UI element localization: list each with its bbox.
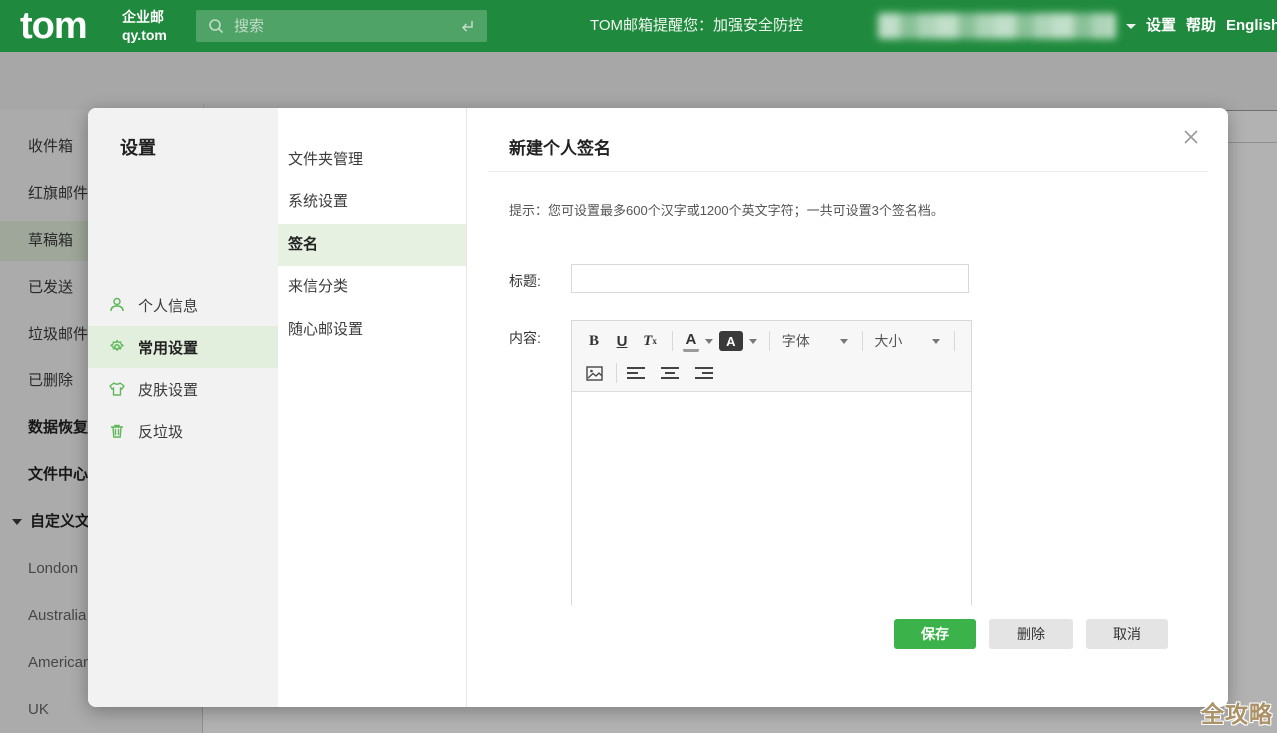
font-color-icon[interactable]: A <box>683 331 699 352</box>
logo-subtitle-line2: qy.tom <box>122 26 167 44</box>
font-family-caret-icon <box>840 339 848 344</box>
menu-item-label: 常用设置 <box>138 337 198 358</box>
submenu-suixin-mail[interactable]: 随心邮设置 <box>278 309 466 351</box>
search-input[interactable] <box>232 17 459 36</box>
menu-item-label: 个人信息 <box>138 295 198 316</box>
panel-title: 新建个人签名 <box>509 134 611 159</box>
font-color-caret-icon[interactable] <box>705 339 713 344</box>
highlight-color-icon[interactable]: A <box>719 331 743 351</box>
settings-submenu-panel: 文件夹管理 系统设置 签名 来信分类 随心邮设置 <box>278 108 467 707</box>
title-divider <box>489 171 1208 172</box>
logo-subtitle-line1: 企业邮 <box>122 8 167 26</box>
top-link-english[interactable]: English <box>1226 0 1277 52</box>
align-left-icon[interactable] <box>627 367 645 379</box>
toolbar-separator <box>672 331 673 351</box>
settings-menu-panel: 设置 个人信息 常用设置 皮肤设置 <box>88 108 278 707</box>
person-icon <box>108 296 126 314</box>
signature-editor: B U Tx A A 字体 大小 <box>571 320 972 605</box>
font-size-select[interactable]: 大小 <box>872 329 944 353</box>
top-link-help[interactable]: 帮助 <box>1186 0 1216 52</box>
menu-item-personal-info[interactable]: 个人信息 <box>88 284 278 326</box>
signature-hint: 提示：您可设置最多600个汉字或1200个英文字符；一共可设置3个签名档。 <box>509 200 944 219</box>
gear-icon <box>108 338 126 356</box>
search-enter-icon[interactable] <box>459 18 475 34</box>
search-icon <box>208 18 224 34</box>
settings-modal: 设置 个人信息 常用设置 皮肤设置 <box>88 108 1228 707</box>
align-right-icon[interactable] <box>695 367 713 379</box>
insert-image-icon[interactable] <box>582 361 606 385</box>
top-bar: tom 企业邮 qy.tom TOM邮箱提醒您：加强安全防控 设置 帮助 Eng… <box>0 0 1277 52</box>
toolbar-separator <box>616 363 617 383</box>
submenu-system-settings[interactable]: 系统设置 <box>278 181 466 223</box>
font-size-caret-icon <box>932 339 940 344</box>
logo-subtitle: 企业邮 qy.tom <box>122 8 167 44</box>
trash-icon <box>108 422 126 440</box>
account-email-blurred[interactable] <box>878 13 1116 39</box>
top-link-settings[interactable]: 设置 <box>1146 0 1176 52</box>
signature-content-area[interactable] <box>572 392 971 605</box>
submenu-folder-management[interactable]: 文件夹管理 <box>278 139 466 181</box>
save-button[interactable]: 保存 <box>894 619 976 649</box>
font-family-select[interactable]: 字体 <box>780 329 852 353</box>
menu-item-anti-spam[interactable]: 反垃圾 <box>88 410 278 452</box>
tshirt-icon <box>108 380 126 398</box>
cancel-button[interactable]: 取消 <box>1086 619 1168 649</box>
close-icon[interactable] <box>1178 124 1204 150</box>
clear-format-icon[interactable]: Tx <box>638 329 662 353</box>
highlight-color-caret-icon[interactable] <box>749 339 757 344</box>
account-caret-icon[interactable] <box>1126 24 1136 29</box>
underline-icon[interactable]: U <box>610 329 634 353</box>
toolbar-separator <box>954 331 955 351</box>
toolbar-separator <box>769 331 770 351</box>
menu-item-label: 反垃圾 <box>138 421 183 442</box>
bold-icon[interactable]: B <box>582 329 606 353</box>
submenu-signature[interactable]: 签名 <box>278 224 466 266</box>
security-notice: TOM邮箱提醒您：加强安全防控 <box>590 0 803 52</box>
watermark: 全攻略 <box>1201 695 1273 729</box>
submenu-mail-classification[interactable]: 来信分类 <box>278 266 466 308</box>
delete-button[interactable]: 删除 <box>989 619 1073 649</box>
signature-title-input[interactable] <box>571 264 969 293</box>
app-window: tom 企业邮 qy.tom TOM邮箱提醒您：加强安全防控 设置 帮助 Eng… <box>0 0 1277 733</box>
menu-item-skin-settings[interactable]: 皮肤设置 <box>88 368 278 410</box>
signature-panel: 新建个人签名 提示：您可设置最多600个汉字或1200个英文字符；一共可设置3个… <box>467 108 1228 707</box>
settings-title: 设置 <box>120 134 156 160</box>
search-box[interactable] <box>196 10 487 42</box>
content-field-label: 内容: <box>509 328 541 348</box>
title-field-label: 标题: <box>509 271 541 291</box>
toolbar-separator <box>862 331 863 351</box>
editor-toolbar: B U Tx A A 字体 大小 <box>572 321 971 392</box>
menu-item-common-settings[interactable]: 常用设置 <box>88 326 278 368</box>
menu-item-label: 皮肤设置 <box>138 379 198 400</box>
align-center-icon[interactable] <box>661 367 679 379</box>
tom-logo: tom <box>20 2 87 50</box>
